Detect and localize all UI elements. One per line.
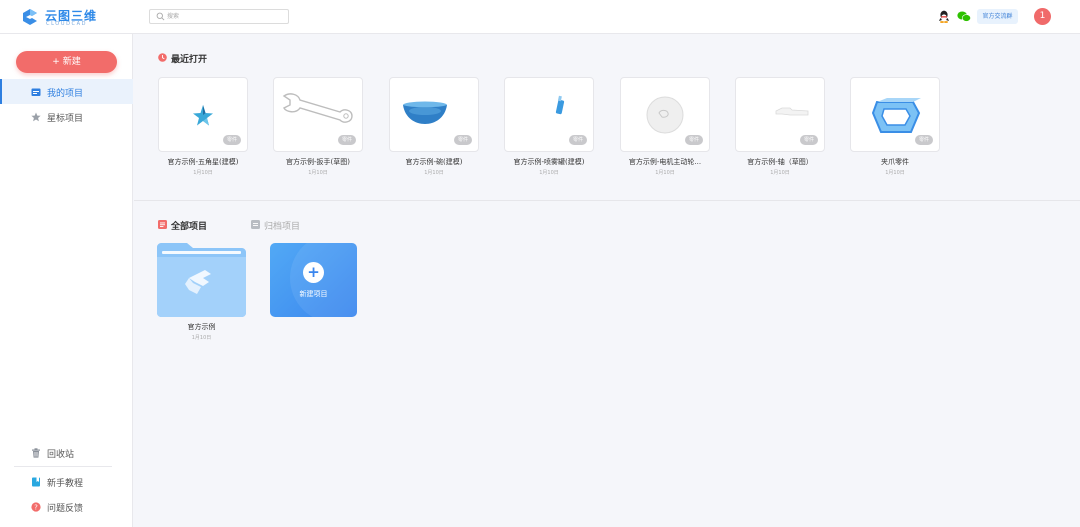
top-bar: 云图三维 CLOUDCAD 官方交流群 1	[0, 0, 1080, 34]
sidebar-divider	[14, 466, 112, 467]
sidebar-item-trash[interactable]: 回收站	[0, 440, 133, 465]
logo[interactable]: 云图三维 CLOUDCAD	[20, 6, 100, 30]
svg-text:?: ?	[34, 504, 38, 512]
recent-card[interactable]: 零件	[273, 77, 363, 152]
list-icon	[158, 220, 167, 229]
section-divider	[134, 200, 1080, 201]
search-icon	[156, 12, 165, 21]
new-project-label: 新建项目	[299, 290, 328, 298]
project-folder[interactable]	[157, 243, 246, 317]
recent-card[interactable]: 零件	[735, 77, 825, 152]
new-project-button[interactable]: + 新建项目	[270, 243, 357, 317]
card-title: 官方示例-碗(建模)	[405, 158, 463, 166]
card-title: 官方示例-轴（草图）	[747, 158, 813, 166]
part-badge: 零件	[915, 135, 933, 145]
folder-date: 1月10日	[191, 335, 212, 341]
card-title: 官方示例-扳手(草图)	[286, 158, 350, 166]
sidebar-item-label: 问题反馈	[47, 504, 84, 514]
part-badge: 零件	[223, 135, 241, 145]
decoration	[290, 243, 357, 317]
sidebar-item-label: 我的项目	[47, 89, 84, 99]
wechat-icon[interactable]	[957, 11, 971, 22]
part-badge: 零件	[338, 135, 356, 145]
card-date: 1月10日	[424, 170, 444, 176]
help-icon: ?	[31, 502, 41, 512]
card-title: 夹爪零件	[881, 158, 909, 166]
recent-card[interactable]: 零件	[620, 77, 710, 152]
bookmark-icon	[32, 477, 40, 487]
card-date: 1月10日	[655, 170, 675, 176]
trash-icon	[32, 448, 40, 458]
logo-subtitle: CLOUDCAD	[46, 21, 88, 27]
tab-archived-projects[interactable]: 归档项目	[264, 219, 300, 232]
archive-icon	[251, 220, 260, 229]
part-badge: 零件	[569, 135, 587, 145]
star-icon	[31, 112, 41, 122]
tab-all-projects[interactable]: 全部项目	[171, 219, 207, 232]
sidebar: + 新建 我的项目 星标项目 回收站 新手教程 ? 问题反馈	[0, 34, 133, 527]
recent-card[interactable]: 零件	[389, 77, 479, 152]
plus-icon: +	[303, 262, 324, 283]
official-group-button[interactable]: 官方交流群	[977, 9, 1018, 24]
part-badge: 零件	[800, 135, 818, 145]
card-title: 官方示例-电机主动轮...	[628, 158, 702, 166]
card-title: 官方示例-喷雾罐(建模)	[513, 158, 585, 166]
recent-card[interactable]: 零件	[158, 77, 248, 152]
sidebar-item-feedback[interactable]: ? 问题反馈	[0, 494, 133, 519]
card-date: 1月10日	[193, 170, 213, 176]
search-input[interactable]	[167, 11, 285, 22]
sidebar-item-label: 新手教程	[47, 479, 84, 489]
folder-icon	[31, 88, 41, 96]
new-button[interactable]: + 新建	[16, 51, 117, 73]
recent-card[interactable]: 零件	[504, 77, 594, 152]
recent-card[interactable]: 零件	[850, 77, 940, 152]
card-date: 1月10日	[885, 170, 905, 176]
folder-title: 官方示例	[187, 323, 216, 331]
sidebar-item-starred[interactable]: 星标项目	[0, 104, 133, 129]
clock-icon	[158, 53, 167, 62]
sidebar-item-my-projects[interactable]: 我的项目	[0, 79, 133, 104]
card-date: 1月10日	[770, 170, 790, 176]
sidebar-item-tutorial[interactable]: 新手教程	[0, 469, 133, 494]
part-badge: 零件	[454, 135, 472, 145]
sidebar-item-label: 星标项目	[47, 114, 84, 124]
sidebar-item-label: 回收站	[47, 450, 75, 460]
card-date: 1月10日	[308, 170, 328, 176]
card-title: 官方示例-五角星(建模)	[167, 158, 239, 166]
user-avatar[interactable]: 1	[1034, 8, 1051, 25]
cloudcad-logo-icon	[23, 9, 37, 25]
search-box[interactable]	[149, 9, 289, 24]
qq-icon[interactable]	[938, 10, 950, 23]
recent-title: 最近打开	[171, 55, 208, 65]
card-date: 1月10日	[539, 170, 559, 176]
part-badge: 零件	[685, 135, 703, 145]
